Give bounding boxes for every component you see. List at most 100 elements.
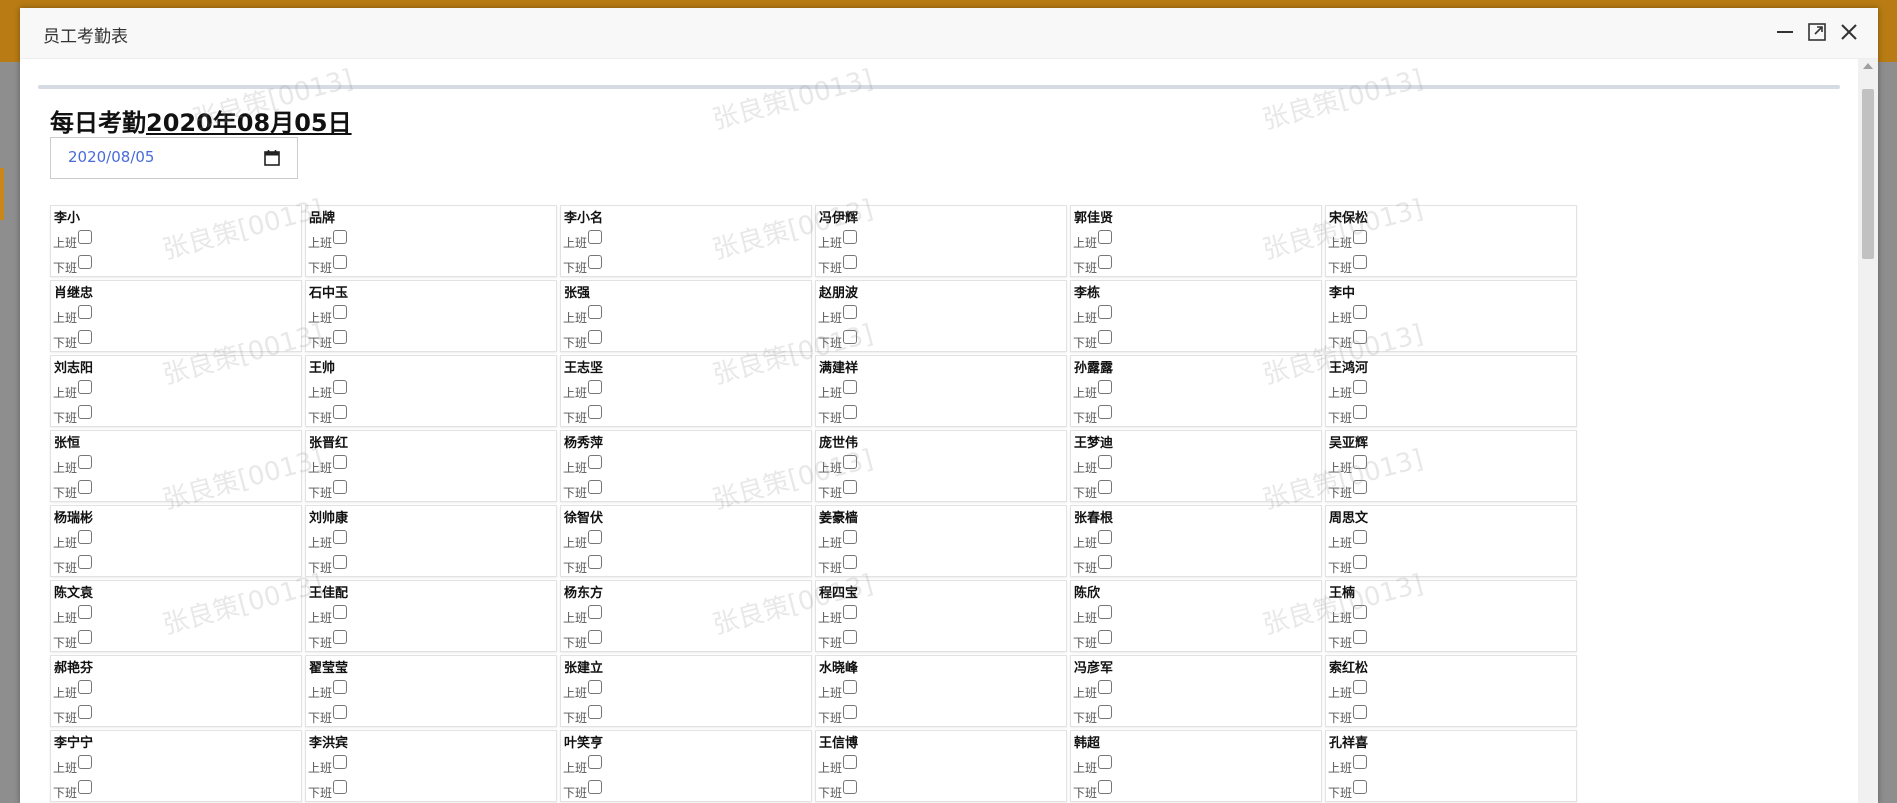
off-duty-checkbox[interactable]	[588, 480, 603, 494]
on-duty-checkbox[interactable]	[1353, 455, 1368, 469]
on-duty-checkbox[interactable]	[333, 305, 348, 319]
on-duty-checkbox[interactable]	[1353, 305, 1368, 319]
off-duty-checkbox[interactable]	[78, 555, 93, 569]
off-duty-checkbox[interactable]	[1098, 330, 1113, 344]
off-duty-checkbox[interactable]	[1353, 255, 1368, 269]
off-duty-checkbox[interactable]	[333, 630, 348, 644]
on-duty-checkbox[interactable]	[1353, 380, 1368, 394]
on-duty-checkbox[interactable]	[333, 230, 348, 244]
off-duty-checkbox[interactable]	[1098, 480, 1113, 494]
off-duty-checkbox[interactable]	[1098, 405, 1113, 419]
off-duty-checkbox[interactable]	[588, 780, 603, 794]
off-duty-checkbox[interactable]	[843, 630, 858, 644]
off-duty-checkbox[interactable]	[843, 330, 858, 344]
on-duty-checkbox[interactable]	[78, 380, 93, 394]
on-duty-checkbox[interactable]	[333, 455, 348, 469]
maximize-button[interactable]	[1806, 21, 1828, 43]
on-duty-checkbox[interactable]	[843, 680, 858, 694]
scroll-up-arrow-icon[interactable]	[1863, 63, 1873, 69]
on-duty-checkbox[interactable]	[333, 380, 348, 394]
off-duty-checkbox[interactable]	[588, 255, 603, 269]
on-duty-checkbox[interactable]	[1098, 380, 1113, 394]
on-duty-checkbox[interactable]	[588, 605, 603, 619]
on-duty-checkbox[interactable]	[1098, 455, 1113, 469]
on-duty-checkbox[interactable]	[588, 680, 603, 694]
on-duty-checkbox[interactable]	[78, 755, 93, 769]
off-duty-checkbox[interactable]	[1098, 255, 1113, 269]
off-duty-checkbox[interactable]	[1098, 705, 1113, 719]
on-duty-checkbox[interactable]	[1098, 755, 1113, 769]
on-duty-checkbox[interactable]	[333, 680, 348, 694]
on-duty-checkbox[interactable]	[843, 755, 858, 769]
on-duty-checkbox[interactable]	[588, 230, 603, 244]
on-duty-checkbox[interactable]	[78, 305, 93, 319]
off-duty-checkbox[interactable]	[78, 705, 93, 719]
off-duty-checkbox[interactable]	[1353, 630, 1368, 644]
off-duty-checkbox[interactable]	[843, 555, 858, 569]
on-duty-checkbox[interactable]	[588, 380, 603, 394]
on-duty-checkbox[interactable]	[1353, 680, 1368, 694]
minimize-button[interactable]	[1774, 21, 1796, 43]
off-duty-checkbox[interactable]	[843, 255, 858, 269]
on-duty-checkbox[interactable]	[78, 530, 93, 544]
off-duty-checkbox[interactable]	[333, 780, 348, 794]
off-duty-checkbox[interactable]	[588, 330, 603, 344]
calendar-icon[interactable]	[263, 149, 281, 167]
on-duty-checkbox[interactable]	[588, 305, 603, 319]
on-duty-checkbox[interactable]	[1353, 530, 1368, 544]
off-duty-checkbox[interactable]	[1353, 705, 1368, 719]
vertical-scrollbar[interactable]	[1858, 59, 1878, 803]
off-duty-checkbox[interactable]	[843, 405, 858, 419]
off-duty-checkbox[interactable]	[78, 255, 93, 269]
off-duty-checkbox[interactable]	[843, 780, 858, 794]
off-duty-checkbox[interactable]	[1353, 405, 1368, 419]
on-duty-checkbox[interactable]	[843, 530, 858, 544]
on-duty-checkbox[interactable]	[78, 455, 93, 469]
off-duty-checkbox[interactable]	[78, 330, 93, 344]
on-duty-checkbox[interactable]	[78, 680, 93, 694]
on-duty-checkbox[interactable]	[843, 230, 858, 244]
off-duty-checkbox[interactable]	[333, 555, 348, 569]
off-duty-checkbox[interactable]	[588, 630, 603, 644]
off-duty-checkbox[interactable]	[78, 405, 93, 419]
on-duty-checkbox[interactable]	[1353, 755, 1368, 769]
off-duty-checkbox[interactable]	[78, 480, 93, 494]
off-duty-checkbox[interactable]	[78, 630, 93, 644]
off-duty-checkbox[interactable]	[333, 405, 348, 419]
off-duty-checkbox[interactable]	[588, 705, 603, 719]
on-duty-checkbox[interactable]	[1098, 230, 1113, 244]
on-duty-checkbox[interactable]	[78, 605, 93, 619]
on-duty-checkbox[interactable]	[843, 380, 858, 394]
off-duty-checkbox[interactable]	[333, 705, 348, 719]
off-duty-checkbox[interactable]	[1098, 630, 1113, 644]
on-duty-checkbox[interactable]	[333, 755, 348, 769]
on-duty-checkbox[interactable]	[588, 530, 603, 544]
off-duty-checkbox[interactable]	[588, 555, 603, 569]
on-duty-checkbox[interactable]	[843, 605, 858, 619]
on-duty-checkbox[interactable]	[333, 530, 348, 544]
off-duty-checkbox[interactable]	[1353, 480, 1368, 494]
off-duty-checkbox[interactable]	[843, 705, 858, 719]
date-input[interactable]: 2020/08/05	[50, 137, 298, 179]
on-duty-checkbox[interactable]	[78, 230, 93, 244]
off-duty-checkbox[interactable]	[1098, 780, 1113, 794]
off-duty-checkbox[interactable]	[1353, 780, 1368, 794]
on-duty-checkbox[interactable]	[843, 305, 858, 319]
off-duty-checkbox[interactable]	[1353, 555, 1368, 569]
off-duty-checkbox[interactable]	[78, 780, 93, 794]
close-button[interactable]	[1838, 21, 1860, 43]
off-duty-checkbox[interactable]	[588, 405, 603, 419]
on-duty-checkbox[interactable]	[1098, 680, 1113, 694]
off-duty-checkbox[interactable]	[333, 330, 348, 344]
on-duty-checkbox[interactable]	[843, 455, 858, 469]
on-duty-checkbox[interactable]	[588, 755, 603, 769]
on-duty-checkbox[interactable]	[333, 605, 348, 619]
off-duty-checkbox[interactable]	[333, 480, 348, 494]
on-duty-checkbox[interactable]	[1098, 530, 1113, 544]
off-duty-checkbox[interactable]	[1098, 555, 1113, 569]
on-duty-checkbox[interactable]	[1098, 605, 1113, 619]
on-duty-checkbox[interactable]	[1353, 230, 1368, 244]
off-duty-checkbox[interactable]	[1353, 330, 1368, 344]
scroll-thumb[interactable]	[1862, 89, 1874, 259]
on-duty-checkbox[interactable]	[1353, 605, 1368, 619]
